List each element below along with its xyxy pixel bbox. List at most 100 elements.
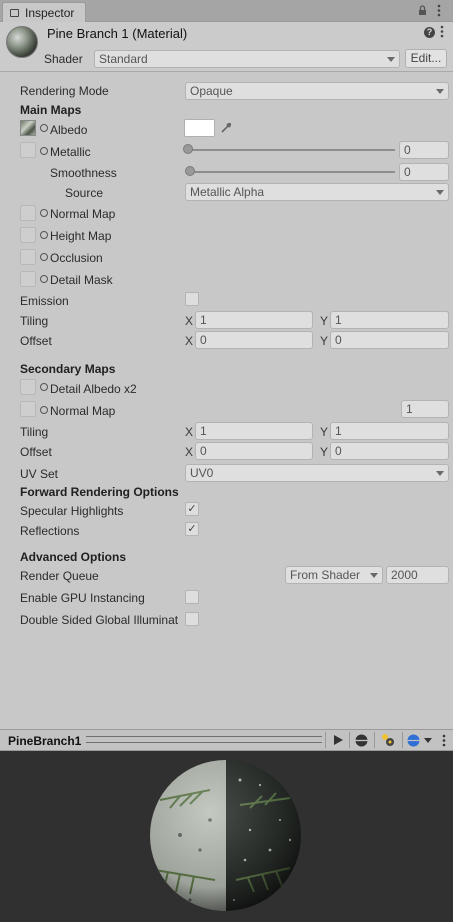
height-map-texture-slot[interactable] (20, 227, 36, 243)
occlusion-label: Occlusion (50, 251, 103, 265)
advanced-options-title: Advanced Options (20, 550, 127, 564)
secondary-normal-map-texture-slot[interactable] (20, 401, 36, 417)
secondary-tiling-y-label: Y (320, 425, 329, 439)
uv-set-dropdown[interactable]: UV0 (185, 464, 449, 482)
metallic-label: Metallic (50, 145, 91, 159)
object-picker-icon[interactable] (40, 383, 48, 391)
preview-shape-icon[interactable] (355, 734, 368, 747)
occlusion-texture-slot[interactable] (20, 249, 36, 265)
emission-checkbox[interactable] (185, 292, 199, 306)
secondary-tiling-y-field[interactable]: 1 (330, 422, 449, 440)
smoothness-slider-thumb[interactable] (185, 166, 195, 176)
tab-menu-icon[interactable] (436, 4, 442, 17)
render-queue-mode-dropdown[interactable]: From Shader (285, 566, 383, 584)
reflections-label: Reflections (20, 524, 80, 538)
material-name: Pine Branch 1 (Material) (47, 26, 188, 41)
smoothness-value-field[interactable]: 0 (399, 163, 449, 181)
render-queue-label: Render Queue (20, 569, 99, 583)
detail-albedo-texture-slot[interactable] (20, 379, 36, 395)
secondary-tiling-x-field[interactable]: 1 (195, 422, 313, 440)
separator (402, 732, 403, 748)
metallic-texture-slot[interactable] (20, 142, 36, 158)
gpu-instancing-label: Enable GPU Instancing (20, 591, 145, 605)
chevron-down-icon (436, 190, 444, 195)
separator (349, 732, 350, 748)
help-icon[interactable]: ? (424, 27, 435, 38)
eyedropper-icon[interactable] (218, 120, 234, 136)
source-label: Source (65, 186, 104, 200)
double-sided-gi-checkbox[interactable] (185, 612, 199, 626)
height-map-label: Height Map (50, 229, 112, 243)
chevron-down-icon (387, 57, 395, 62)
tab-inspector[interactable]: Inspector (2, 2, 86, 22)
specular-highlights-checkbox[interactable]: ✓ (185, 502, 199, 516)
normal-map-label: Normal Map (50, 207, 116, 221)
tiling-y-field[interactable]: 1 (330, 311, 449, 329)
secondary-normal-scale-field[interactable]: 1 (401, 400, 449, 418)
preview-drag-handle[interactable] (86, 736, 322, 743)
object-picker-icon[interactable] (40, 231, 48, 239)
object-picker-icon[interactable] (40, 406, 48, 414)
source-value: Metallic Alpha (190, 185, 265, 199)
chevron-down-icon (436, 471, 444, 476)
reflections-checkbox[interactable]: ✓ (185, 522, 199, 536)
rendering-mode-label: Rendering Mode (20, 84, 109, 98)
shader-label: Shader (44, 52, 83, 66)
rendering-mode-value: Opaque (190, 84, 233, 98)
albedo-texture-slot[interactable] (20, 120, 36, 136)
edit-button[interactable]: Edit... (405, 49, 447, 68)
gpu-instancing-checkbox[interactable] (185, 590, 199, 604)
rendering-mode-dropdown[interactable]: Opaque (185, 82, 449, 100)
smoothness-slider-track[interactable] (187, 171, 395, 173)
secondary-normal-map-label: Normal Map (50, 404, 116, 418)
object-picker-icon[interactable] (40, 124, 48, 132)
lighting-icon[interactable] (380, 733, 396, 747)
object-picker-icon[interactable] (40, 253, 48, 261)
main-maps-title: Main Maps (20, 103, 82, 117)
source-dropdown[interactable]: Metallic Alpha (185, 183, 449, 201)
render-queue-value-field[interactable]: 2000 (386, 566, 449, 584)
offset-x-label: X (185, 334, 194, 348)
object-picker-icon[interactable] (40, 209, 48, 217)
object-picker-icon[interactable] (40, 147, 48, 155)
object-picker-icon[interactable] (40, 275, 48, 283)
metallic-value-field[interactable]: 0 (399, 141, 449, 159)
render-queue-mode-value: From Shader (290, 568, 361, 582)
separator (325, 732, 326, 748)
secondary-offset-y-label: Y (320, 445, 329, 459)
secondary-maps-title: Secondary Maps (20, 362, 116, 376)
double-sided-gi-label: Double Sided Global Illuminat (20, 613, 179, 627)
shader-dropdown[interactable]: Standard (94, 50, 400, 68)
offset-x-field[interactable]: 0 (195, 331, 313, 349)
secondary-offset-x-label: X (185, 445, 194, 459)
shader-value: Standard (99, 52, 148, 66)
normal-map-texture-slot[interactable] (20, 205, 36, 221)
secondary-offset-y-field[interactable]: 0 (330, 442, 449, 460)
lock-icon[interactable] (418, 5, 427, 15)
offset-y-label: Y (320, 334, 329, 348)
tiling-x-field[interactable]: 1 (195, 311, 313, 329)
metallic-slider-track[interactable] (187, 149, 395, 151)
chevron-down-icon[interactable] (424, 738, 432, 743)
forward-rendering-title: Forward Rendering Options (20, 485, 179, 499)
albedo-color-swatch[interactable] (184, 119, 215, 137)
tab-title: Inspector (25, 6, 75, 20)
preview-sphere-icon[interactable] (407, 734, 421, 747)
material-thumbnail (6, 26, 38, 58)
uv-set-label: UV Set (20, 467, 59, 481)
secondary-offset-label: Offset (20, 445, 52, 459)
preview-menu-icon[interactable] (441, 734, 447, 747)
chevron-down-icon (436, 89, 444, 94)
preview-sphere (150, 760, 301, 911)
offset-y-field[interactable]: 0 (330, 331, 449, 349)
secondary-tiling-label: Tiling (20, 425, 49, 439)
tiling-label: Tiling (20, 314, 49, 328)
preview-title: PineBranch1 (8, 734, 82, 748)
secondary-offset-x-field[interactable]: 0 (195, 442, 313, 460)
detail-mask-texture-slot[interactable] (20, 271, 36, 287)
play-icon[interactable] (332, 734, 344, 746)
settings-icon[interactable] (439, 25, 445, 38)
smoothness-label: Smoothness (50, 166, 117, 180)
metallic-slider-thumb[interactable] (183, 144, 193, 154)
tiling-y-label: Y (320, 314, 329, 328)
